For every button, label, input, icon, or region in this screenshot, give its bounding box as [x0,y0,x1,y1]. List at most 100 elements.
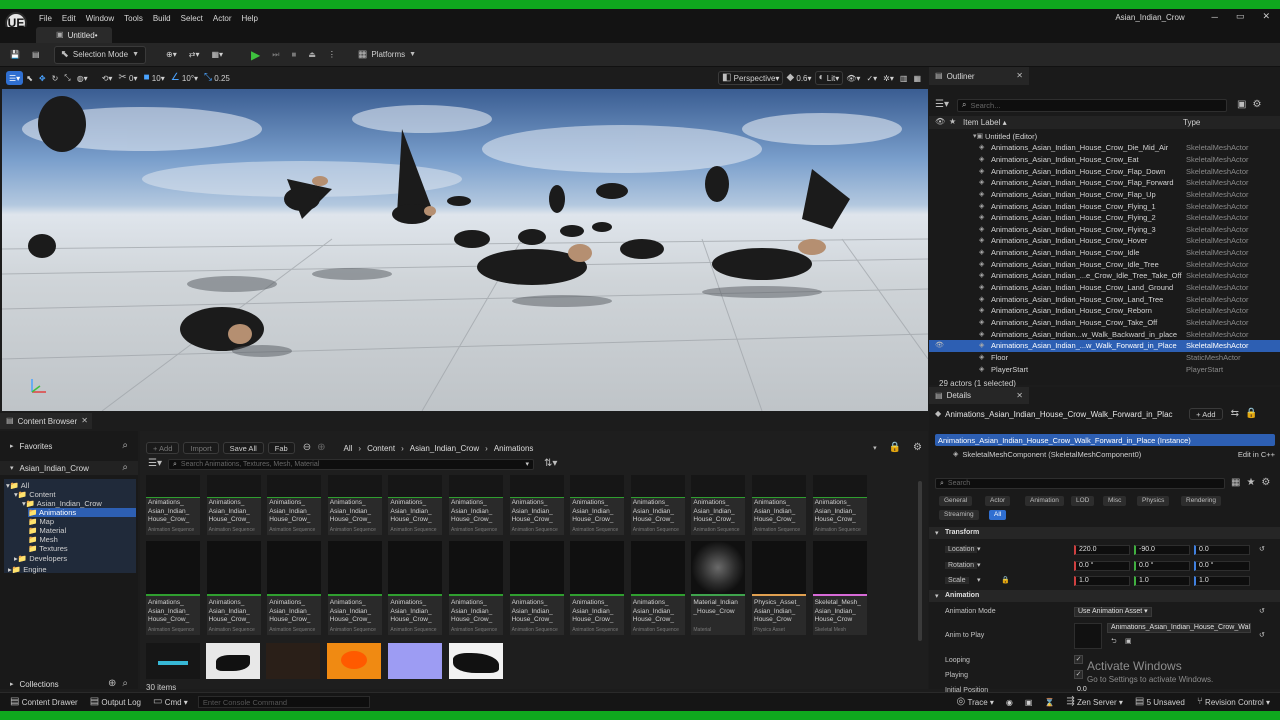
play-button[interactable]: ▶ [245,46,266,64]
outliner-search-input[interactable]: ⌕ Search... [956,98,1227,112]
close-icon[interactable]: ✕ [81,417,88,425]
outliner-row[interactable]: ◈ Animations_Asian_Indian_House_Crow_Flap… [929,177,1280,189]
outliner-row[interactable]: ◈ Animations_Asian_Indian_House_Crow_Die_… [929,142,1280,154]
category-physics[interactable]: Physics [1137,496,1170,506]
search-icon[interactable]: ⌕ [122,463,128,473]
tree-content[interactable]: ▾📁 Content [14,490,55,499]
scale-x-field[interactable]: 1.0 [1074,576,1130,586]
outliner-row[interactable]: ◈ Animations_Asian_Indian_House_Crow_Flap… [929,165,1280,177]
asset-tile[interactable]: Animations_ Asian_Indian_ House_Crow_ Ani… [267,475,322,535]
zen-server-button[interactable]: ⇶ Zen Server ▾ [1060,694,1128,710]
scale-snap-toggle[interactable]: ⤡ 0.25 [201,71,233,85]
category-general[interactable]: General [939,496,973,506]
settings-icon[interactable]: ⚙ [1252,100,1261,110]
browse-icon[interactable]: ⮌ [1111,637,1117,648]
animation-section-header[interactable]: ▾ Animation [929,590,1280,602]
lock-icon[interactable]: 🔒 [1245,409,1257,419]
revision-control-button[interactable]: ⑂ Revision Control ▾ [1191,694,1276,710]
texture-thumbnail[interactable] [327,643,381,679]
asset-tile[interactable]: Animations_ Asian_Indian_ House_Crow_ Ani… [691,475,746,535]
location-label[interactable]: Location [945,546,978,553]
screenshot-icon[interactable]: ▣ [1019,694,1039,710]
rotation-snap-toggle[interactable]: ✂ 0 ▾ [115,71,140,85]
outliner-row[interactable]: ◈ Animations_Asian_Indian_House_Crow_Idle… [929,247,1280,259]
outliner-row[interactable]: ◈ Animations_Asian_Indian_House_Crow_Land… [929,293,1280,305]
console-command-input[interactable]: Enter Console Command [197,696,370,708]
instance-row[interactable]: Animations_Asian_Indian_House_Crow_Walk_… [935,434,1275,446]
outliner-row[interactable]: ◈ Animations_Asian_Indian_House_Crow_Flap… [929,189,1280,201]
add-collection-icon[interactable]: ⊕ [108,679,116,689]
settings-icon[interactable]: ✲▾ [880,71,897,85]
asset-tile[interactable]: Animations_ Asian_Indian_ House_Crow_ Ani… [388,541,443,635]
menu-select[interactable]: Select [181,14,203,23]
content-drawer-button[interactable]: ▤ Content Drawer [4,694,84,710]
advance-frame-icon[interactable]: ⏭ [266,46,285,64]
level-tab[interactable]: ▣ Untitled• [36,27,112,43]
output-log-button[interactable]: ▤ Output Log [84,694,147,710]
details-search-input[interactable]: ⌕ Search [935,477,1225,489]
asset-tile[interactable]: Animations_ Asian_Indian_ House_Crow_ Ani… [509,541,564,635]
asset-tile[interactable]: Animations_ Asian_Indian_ House_Crow_ Ani… [327,541,382,635]
tree-mesh[interactable]: 📁 Mesh [28,535,58,544]
chevron-down-icon[interactable]: ▾ [977,545,981,553]
favorites-section[interactable]: ▸ Favorites ⌕ [0,439,138,453]
texture-thumbnail[interactable] [206,643,260,679]
outliner-row[interactable]: ◈ PlayerStart PlayerStart [929,363,1280,375]
edit-in-cpp-link[interactable]: Edit in C++ [1238,450,1275,459]
blueprint-icon[interactable]: ⇆ [1231,409,1239,419]
viewport-options-button[interactable]: ☰▾ [6,71,24,85]
reset-icon[interactable]: ↺ [1259,631,1265,639]
perspective-dropdown[interactable]: ◧ Perspective ▾ [717,71,784,85]
path-content[interactable]: Content [367,444,395,453]
menu-help[interactable]: Help [242,14,258,23]
category-rendering[interactable]: Rendering [1181,496,1221,506]
lit-dropdown[interactable]: ◐ Lit ▾ [814,71,844,85]
selection-mode-dropdown[interactable]: ⬉ Selection Mode ▼ [53,45,147,64]
menu-window[interactable]: Window [86,14,114,23]
reset-icon[interactable]: ↺ [1259,545,1265,553]
rotation-y-field[interactable]: 0.0 ° [1134,561,1190,571]
project-section[interactable]: ▾ Asian_Indian_Crow ⌕ [0,461,138,475]
angle-snap-toggle[interactable]: ∠ 10° ▾ [168,71,201,85]
menu-edit[interactable]: Edit [62,14,76,23]
texture-thumbnail[interactable] [388,643,442,679]
details-tab[interactable]: ▤ Details ✕ [929,387,1029,404]
asset-tile[interactable]: Physics_Asset_ Asian_Indian_ House_Crow P… [752,541,806,635]
grid-view-icon[interactable]: ▦ [1231,478,1240,488]
save-all-button[interactable]: Save All [222,442,264,454]
asset-tile[interactable]: Animations_ Asian_Indian_ House_Crow_ Ani… [388,475,443,535]
scale-z-field[interactable]: 1.0 [1194,576,1250,586]
asset-tile[interactable]: Animations_ Asian_Indian_ House_Crow_ Ani… [206,475,261,535]
grid-snap-toggle[interactable]: ■ 10 ▾ [141,71,168,85]
close-window-button[interactable]: ✕ [1262,11,1270,22]
rotate-icon[interactable]: ↻ [49,71,62,85]
filter-icon[interactable]: ☰▾ [935,100,949,110]
search-icon[interactable]: ⌕ [122,441,128,451]
item-label-column[interactable]: Item Label ▴ [963,118,1007,127]
history-back-icon[interactable]: ⊖ [303,443,311,453]
asset-tile[interactable]: Animations_ Asian_Indian_ House_Crow_ Ani… [146,541,200,635]
outliner-row[interactable]: ◈ Animations_Asian_Indian_House_Crow_Take… [929,317,1280,329]
surface-snap-icon[interactable]: ⟲▾ [99,71,116,85]
lock-icon[interactable]: 🔒 [889,443,901,453]
realtime-icon[interactable]: ✓▾ [863,71,880,85]
location-y-field[interactable]: -90.0 [1134,545,1190,555]
outliner-row[interactable]: ◈ Animations_Asian_Indian_House_Crow_Eat S… [929,154,1280,166]
eject-icon[interactable]: ⏏ [302,46,322,64]
asset-tile[interactable]: Animations_ Asian_Indian_ House_Crow_ Ani… [509,475,564,535]
outliner-row[interactable]: ◈ Animations_Asian_Indian_House_Crow_Flyi… [929,224,1280,236]
close-icon[interactable]: ✕ [1016,391,1023,400]
anim-thumbnail[interactable] [1074,623,1102,649]
outliner-row[interactable]: 👁 ◈ Animations_Asian_Indian_...w_Walk_Forw… [929,340,1280,352]
outliner-row[interactable]: ◈ Animations_Asian_Indian_House_Crow_Rebo… [929,305,1280,317]
tree-textures[interactable]: 📁 Textures [28,544,68,553]
category-streaming[interactable]: Streaming [939,510,979,520]
platforms-dropdown[interactable]: ▦ Platforms ▼ [352,46,422,64]
category-animation[interactable]: Animation [1025,496,1064,506]
history-forward-icon[interactable]: ⊕ [317,443,325,453]
playing-checkbox[interactable]: ✓ [1074,670,1083,679]
outliner-row[interactable]: ◈ Animations_Asian_Indian_House_Crow_Flyi… [929,200,1280,212]
collections-section[interactable]: ▸ Collections ⊕ ⌕ [0,677,138,691]
outliner-row[interactable]: ◈ Animations_Asian_Indian_House_Crow_Idle… [929,259,1280,271]
add-button[interactable]: + Add [146,442,180,454]
